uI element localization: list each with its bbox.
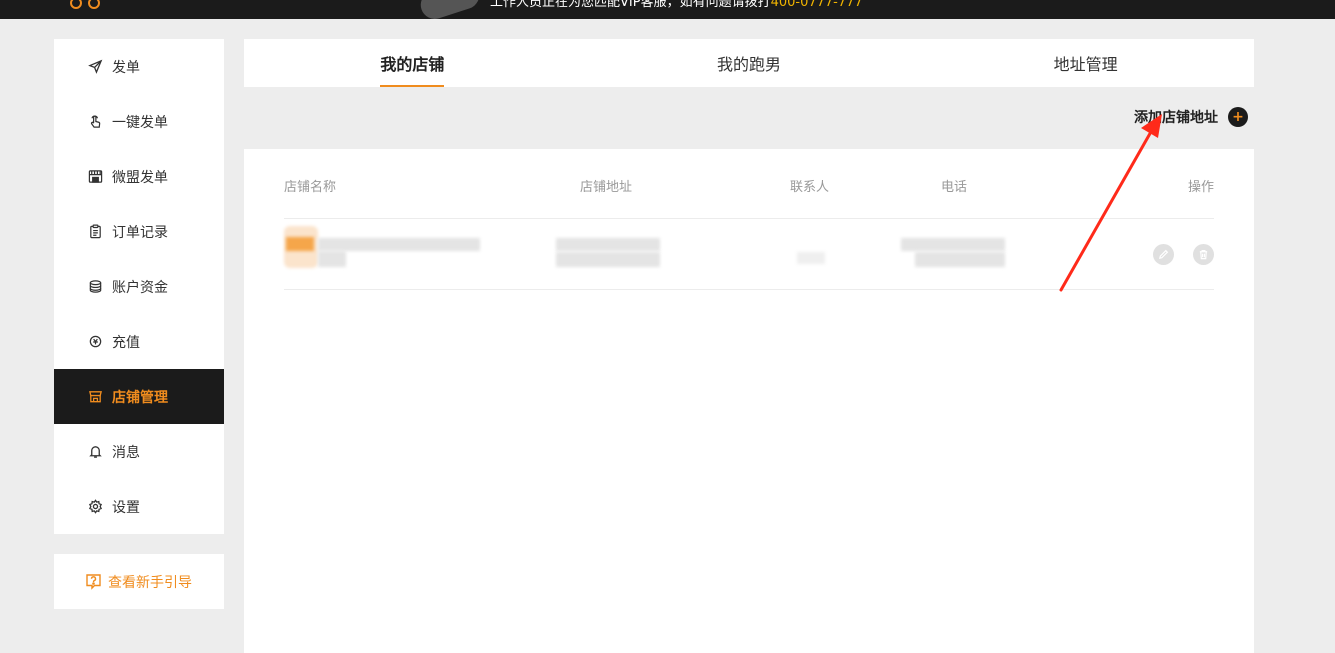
tab-my-stores[interactable]: 我的店铺 [244,39,581,87]
tap-hand-icon [87,114,103,130]
sidebar-item-label: 设置 [112,499,140,516]
top-banner: 工作人员正在为您匹配VIP客服，如有问题请拨打400-0777-777 [0,0,1335,19]
add-store-address-button[interactable]: 添加店铺地址 + [1134,107,1248,127]
tab-address-management[interactable]: 地址管理 [917,39,1254,87]
tab-bar: 我的店铺 我的跑男 地址管理 [244,39,1254,87]
delete-store-button[interactable] [1193,244,1214,265]
column-store-address: 店铺地址 [580,180,633,195]
column-phone: 电话 [941,180,968,195]
sidebar-item-order-records[interactable]: 订单记录 [54,204,224,259]
sidebar-item-label: 消息 [112,444,140,461]
pencil-icon [1159,249,1169,259]
contact-redacted [797,252,825,264]
banner-image [417,0,483,19]
sidebar-item-label: 店铺管理 [112,389,168,406]
gear-icon [87,499,103,515]
sidebar-item-settings[interactable]: 设置 [54,479,224,534]
sidebar-item-recharge[interactable]: 充值 [54,314,224,369]
store-table-panel: 店铺名称 店铺地址 联系人 电话 操作 [244,149,1254,653]
sidebar-item-quick-order[interactable]: 一键发单 [54,94,224,149]
banner-phone: 400-0777-777 [770,0,863,10]
trash-icon [1199,250,1208,260]
add-store-label: 添加店铺地址 [1134,110,1218,126]
sidebar-item-label: 充值 [112,334,140,351]
sidebar-item-store-management[interactable]: 店铺管理 [54,369,224,424]
tab-my-runners[interactable]: 我的跑男 [581,39,918,87]
storefront-icon [87,169,103,185]
table-row[interactable] [284,219,1214,290]
sidebar-item-weimob-order[interactable]: 微盟发单 [54,149,224,204]
help-icon [86,574,101,590]
banner-message: 工作人员正在为您匹配VIP客服，如有问题请拨打 [490,0,771,10]
bell-icon [87,444,103,460]
column-store-name: 店铺名称 [284,180,337,195]
sidebar-item-label: 订单记录 [112,224,168,241]
sidebar: 发单 一键发单 微盟发单 订单记录 账户资金 充值 店铺管理 消息 设置 [54,39,224,534]
sidebar-item-send-order[interactable]: 发单 [54,39,224,94]
sidebar-item-label: 一键发单 [112,114,168,131]
sidebar-item-label: 账户资金 [112,279,168,296]
recharge-icon [87,334,103,350]
shop-icon [87,389,103,405]
edit-store-button[interactable] [1153,244,1174,265]
table-header: 店铺名称 店铺地址 联系人 电话 操作 [284,149,1214,219]
paper-plane-icon [87,59,103,75]
sidebar-item-label: 微盟发单 [112,169,168,186]
plus-icon: + [1228,107,1248,127]
sidebar-item-messages[interactable]: 消息 [54,424,224,479]
column-contact: 联系人 [790,180,830,195]
sidebar-item-account-funds[interactable]: 账户资金 [54,259,224,314]
column-actions: 操作 [1188,180,1215,195]
sidebar-item-label: 发单 [112,59,140,76]
guide-label: 查看新手引导 [108,574,192,591]
logo [70,0,106,13]
coin-stack-icon [87,279,103,295]
banner-text: 工作人员正在为您匹配VIP客服，如有问题请拨打400-0777-777 [490,0,863,10]
clipboard-icon [87,224,103,240]
beginner-guide-button[interactable]: 查看新手引导 [54,554,224,609]
